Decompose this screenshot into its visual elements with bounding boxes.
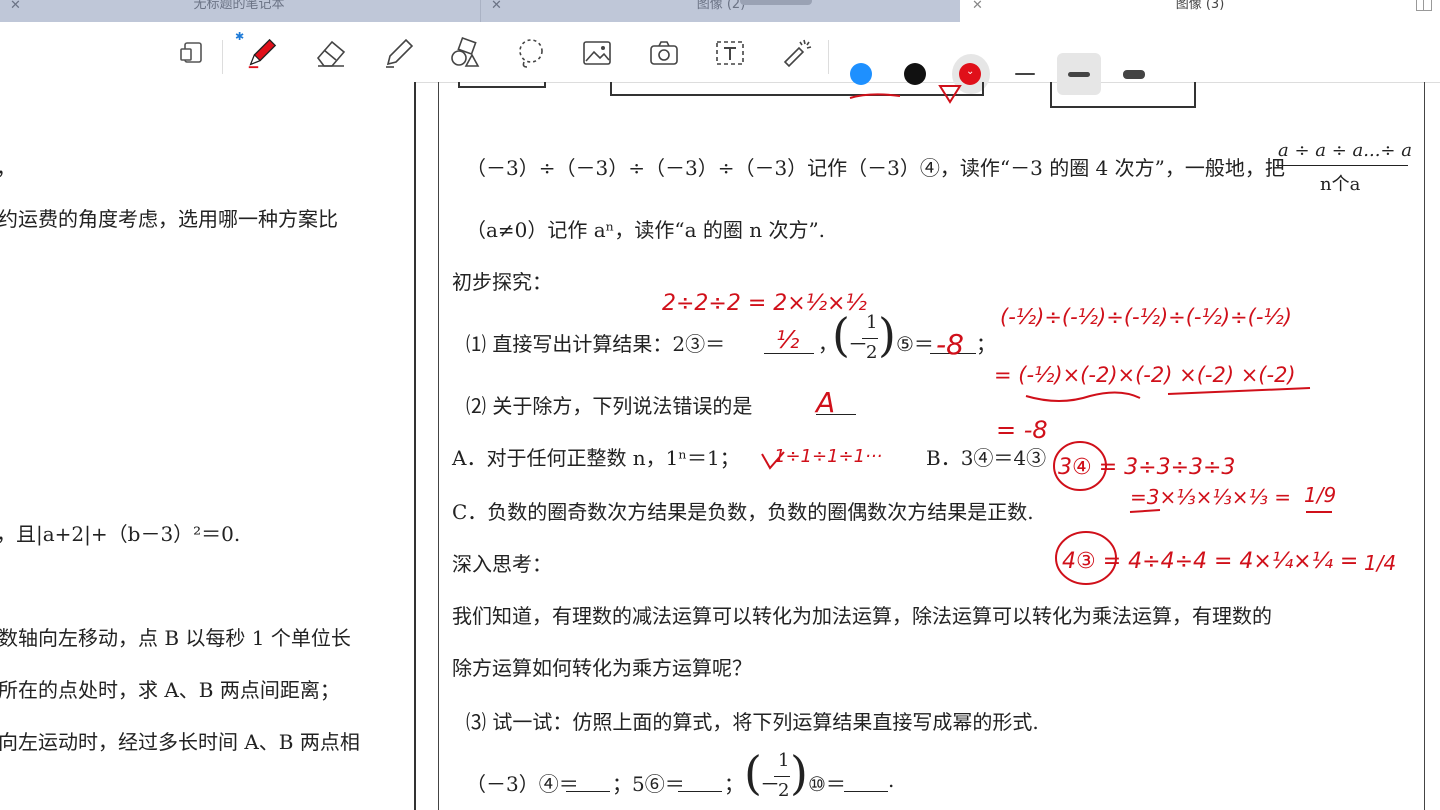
hw-work-4-circle-3: 4③ = 4÷4÷4 = 4×¼×¼ = bbox=[1062, 549, 1358, 574]
hw-answer-q1b: -8 bbox=[936, 328, 964, 361]
drawing-toolbar: ✱ ⌄ bbox=[0, 22, 1440, 95]
hw-work-line-1: (-½)÷(-½)÷(-½)÷(-½)÷(-½) bbox=[1000, 305, 1292, 329]
hw-underline bbox=[1167, 387, 1311, 395]
chevron-down-icon: ⌄ bbox=[966, 66, 975, 77]
hw-answer-q1a: ½ bbox=[776, 326, 799, 354]
hw-fraction-one-quarter: 1/4 bbox=[1364, 551, 1396, 575]
text-line: ， bbox=[0, 152, 16, 181]
tab-scroll-indicator bbox=[740, 0, 812, 5]
split-view-icon[interactable] bbox=[1416, 0, 1432, 11]
page-border bbox=[438, 82, 439, 810]
left-document-page: ， 约运费的角度考虑，选用哪一种方案比 ，且|a+2|+（b－3）²＝0. 数轴… bbox=[0, 82, 414, 810]
text-line: 向左运动时，经过多长时间 A、B 两点相 bbox=[0, 730, 360, 754]
tab-bar: ✕ 无标题的笔记本 ✕ 图像 (2) ✕ 图像 (3) bbox=[0, 0, 1440, 22]
text-line: ，且|a+2|+（b－3）²＝0. bbox=[0, 522, 241, 546]
hw-note-option-a: 1÷1÷1÷1··· bbox=[774, 446, 882, 467]
tab-label: 无标题的笔记本 bbox=[193, 0, 285, 12]
hw-stroke bbox=[849, 93, 901, 99]
split-divider[interactable] bbox=[414, 82, 416, 810]
toolbar-separator bbox=[828, 40, 829, 74]
handwriting-layer: 2÷2÷2 = 2×½×½ ½ -8 (-½)÷(-½)÷(-½)÷(-½)÷(… bbox=[662, 85, 1396, 585]
highlighter-icon[interactable] bbox=[382, 36, 416, 70]
text-line: 所在的点处时，求 A、B 两点间距离； bbox=[0, 678, 340, 702]
hw-note-2div2div2: 2÷2÷2 = 2×½×½ bbox=[662, 291, 867, 316]
tab-label: 图像 (3) bbox=[1175, 0, 1225, 12]
hw-stroke bbox=[938, 85, 962, 104]
image-icon[interactable] bbox=[580, 36, 614, 70]
page-layout-icon[interactable] bbox=[176, 36, 210, 70]
camera-icon[interactable] bbox=[647, 36, 681, 70]
laser-pointer-icon[interactable] bbox=[780, 36, 814, 70]
bluetooth-icon: ✱ bbox=[235, 30, 245, 43]
text-line: 约运费的角度考虑，选用哪一种方案比 bbox=[0, 207, 338, 231]
tab-label: 图像 (2) bbox=[696, 0, 746, 12]
tab-image-2[interactable]: ✕ 图像 (2) bbox=[480, 0, 961, 22]
hw-underline bbox=[1129, 509, 1161, 513]
text-box-icon[interactable] bbox=[713, 36, 747, 70]
eraser-icon[interactable] bbox=[314, 36, 348, 70]
toolbar-separator bbox=[222, 40, 223, 74]
hw-work-line-2: = (-½)×(-2)×(-2) ×(-2) ×(-2) bbox=[994, 363, 1296, 387]
page-border bbox=[1424, 82, 1425, 810]
tab-image-3[interactable]: ✕ 图像 (3) bbox=[960, 0, 1440, 22]
hw-work-3-line-2: =3×⅓×⅓×⅓ = bbox=[1130, 485, 1291, 509]
hw-underline-wave bbox=[1025, 391, 1141, 402]
pen-icon[interactable] bbox=[245, 36, 279, 70]
shapes-icon[interactable] bbox=[448, 36, 482, 70]
main-document-page: （－3）÷（－3）÷（－3）÷（－3）记作（－3）④，读作“－3 的圈 4 次方… bbox=[440, 82, 1424, 810]
hw-fraction-one-ninth: 1/9 bbox=[1304, 483, 1336, 507]
text-line: 数轴向左移动，点 B 以每秒 1 个单位长 bbox=[0, 626, 351, 650]
tab-untitled-notebook[interactable]: ✕ 无标题的笔记本 bbox=[0, 0, 478, 22]
hw-answer-q2: A bbox=[814, 386, 835, 419]
hw-work-3-circle-4: 3④ = 3÷3÷3÷3 bbox=[1058, 455, 1235, 480]
lasso-icon[interactable] bbox=[514, 36, 548, 70]
hw-work-line-3: = -8 bbox=[996, 416, 1048, 444]
